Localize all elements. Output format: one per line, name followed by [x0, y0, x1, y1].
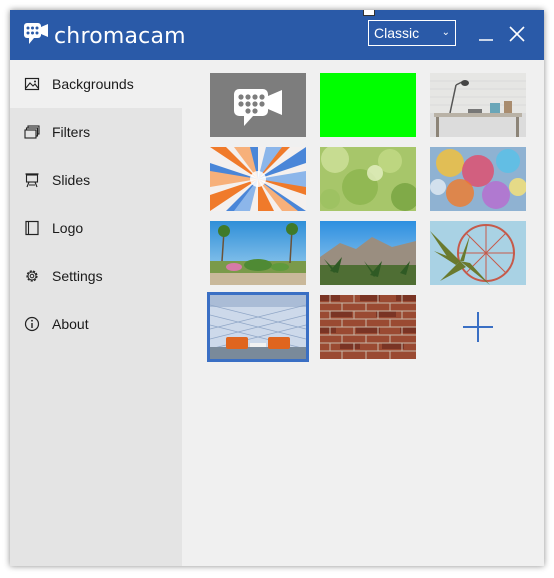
resize-grip-icon[interactable] — [363, 10, 375, 16]
chevron-down-icon: ⌄ — [441, 27, 450, 38]
close-button[interactable] — [505, 22, 529, 46]
mode-dropdown-value: Classic — [374, 25, 420, 41]
close-icon — [509, 26, 525, 42]
sidebar-item-label: Backgrounds — [52, 76, 134, 92]
mode-dropdown[interactable]: Classic ⌄ — [368, 20, 456, 46]
sidebar-item-label: About — [52, 316, 89, 332]
sidebar-item-label: Logo — [52, 220, 84, 236]
sidebar-item-slides[interactable]: Slides — [10, 156, 182, 204]
plus-icon — [463, 312, 493, 342]
background-thumb-palm-garden[interactable] — [210, 221, 306, 285]
title-bar[interactable]: chromacam Classic ⌄ — [10, 10, 544, 60]
gear-icon — [24, 268, 40, 284]
sidebar-item-label: Settings — [52, 268, 103, 284]
backgrounds-grid — [182, 60, 544, 566]
image-icon — [24, 76, 40, 92]
sidebar-item-settings[interactable]: Settings — [10, 252, 182, 300]
chromacam-logo-icon — [23, 21, 49, 52]
background-thumb-desk-with-lamp[interactable] — [430, 73, 526, 137]
add-background-button[interactable] — [430, 295, 526, 359]
sidebar: Backgrounds Filters Slides Logo Settings… — [10, 60, 182, 566]
background-thumb-colorful-bokeh[interactable] — [430, 147, 526, 211]
app-logo: chromacam — [23, 21, 186, 52]
sidebar-item-backgrounds[interactable]: Backgrounds — [10, 60, 182, 108]
app-name: chromacam — [54, 24, 186, 49]
sidebar-item-label: Filters — [52, 124, 91, 140]
background-thumb-sunburst-rays[interactable] — [210, 147, 306, 211]
logo-frame-icon — [24, 220, 40, 236]
background-thumb-brick-wall[interactable] — [320, 295, 416, 359]
easel-icon — [24, 172, 40, 188]
background-thumb-desert-mountains[interactable] — [320, 221, 416, 285]
background-thumb-chromacam-logo[interactable] — [210, 73, 306, 137]
background-thumb-palm-ferris-wheel[interactable] — [430, 221, 526, 285]
minimize-button[interactable] — [474, 22, 498, 46]
background-thumb-modern-room[interactable] — [207, 292, 309, 362]
sidebar-item-label: Slides — [52, 172, 91, 188]
sidebar-item-logo[interactable]: Logo — [10, 204, 182, 252]
background-thumb-green-screen[interactable] — [320, 73, 416, 137]
sidebar-item-filters[interactable]: Filters — [10, 108, 182, 156]
layers-icon — [24, 124, 40, 140]
minimize-icon — [479, 39, 493, 41]
background-thumb-green-bokeh[interactable] — [320, 147, 416, 211]
info-icon — [24, 316, 40, 332]
app-window: chromacam Classic ⌄ Backgrounds Filters … — [10, 10, 544, 566]
sidebar-item-about[interactable]: About — [10, 300, 182, 348]
